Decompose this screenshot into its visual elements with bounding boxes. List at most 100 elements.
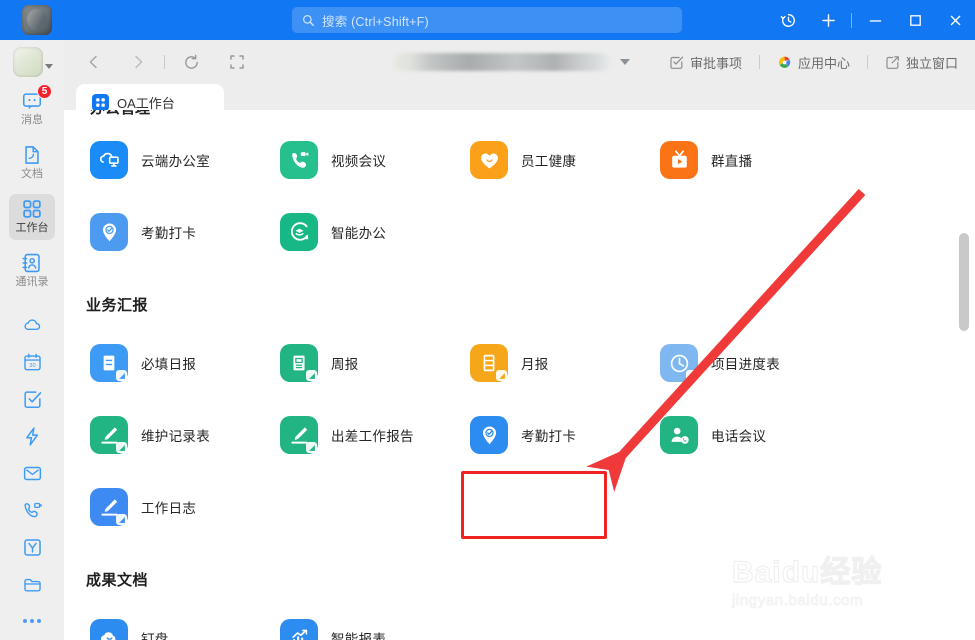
checklist-icon bbox=[23, 391, 41, 408]
app-label: 周报 bbox=[331, 357, 359, 372]
nav-action-divider-1 bbox=[758, 55, 760, 69]
app-smart-office[interactable]: 智能办公 bbox=[276, 196, 466, 268]
search-placeholder: 搜索 (Ctrl+Shift+F) bbox=[322, 14, 429, 29]
location-pin-icon bbox=[470, 416, 508, 454]
sidebar-mini-calendar[interactable]: 30 bbox=[9, 344, 55, 381]
cloud-office-icon bbox=[90, 141, 128, 179]
app-video-conference[interactable]: 视频会议 bbox=[276, 124, 466, 196]
folder-icon bbox=[23, 578, 41, 592]
video-call-icon bbox=[280, 141, 318, 179]
app-label: 工作日志 bbox=[141, 501, 197, 516]
bar-chart-icon bbox=[280, 619, 318, 640]
edit-form-icon bbox=[90, 488, 128, 526]
fullscreen-button[interactable] bbox=[217, 42, 257, 82]
app-center-icon bbox=[779, 56, 791, 68]
disk-cloud-icon bbox=[90, 619, 128, 640]
independent-window-label: 独立窗口 bbox=[905, 55, 958, 71]
sidebar-mini-mail[interactable] bbox=[9, 455, 55, 492]
sidebar-item-workbench[interactable]: 工作台 bbox=[9, 193, 55, 240]
app-label: 月报 bbox=[521, 357, 549, 372]
section-header-cut-off: 办公管理 bbox=[90, 110, 150, 120]
app-smart-report[interactable]: 智能报表 bbox=[276, 602, 466, 640]
organization-name-redacted bbox=[393, 53, 611, 71]
sidebar-item-messages[interactable]: 消息 5 bbox=[9, 84, 55, 131]
app-label: 考勤打卡 bbox=[521, 429, 577, 444]
fullscreen-icon bbox=[230, 55, 244, 69]
clock-progress-icon bbox=[660, 344, 698, 382]
app-grid-business-report: 必填日报 周报 月报 项目进度表 维护记录表 出差工作报告 考勤打卡 电话会议 … bbox=[86, 315, 975, 543]
app-center-button[interactable]: 应用中心 bbox=[768, 48, 859, 77]
forward-button[interactable] bbox=[118, 42, 158, 82]
app-cloud-office[interactable]: 云端办公室 bbox=[86, 124, 276, 196]
history-button[interactable] bbox=[768, 0, 808, 40]
sidebar-item-contacts[interactable]: 通讯录 bbox=[9, 248, 55, 294]
app-ding-disk[interactable]: 钉盘 bbox=[86, 602, 276, 640]
app-attendance-checkin-2[interactable]: 考勤打卡 bbox=[466, 399, 656, 471]
app-required-daily-report[interactable]: 必填日报 bbox=[86, 327, 276, 399]
organization-selector[interactable] bbox=[393, 53, 630, 71]
search-input[interactable]: 搜索 (Ctrl+Shift+F) bbox=[292, 7, 682, 33]
lightning-icon bbox=[25, 427, 38, 446]
back-arrow-icon bbox=[89, 55, 97, 69]
plus-icon bbox=[821, 13, 835, 27]
app-grid-office: 云端办公室 视频会议 员工健康 群直播 考勤打卡 智能办公 bbox=[86, 110, 975, 268]
mail-icon bbox=[23, 466, 41, 481]
app-work-log[interactable]: 工作日志 bbox=[86, 471, 276, 543]
sidebar-item-documents[interactable]: 文档 bbox=[9, 139, 55, 185]
back-button[interactable] bbox=[74, 42, 114, 82]
svg-text:30: 30 bbox=[29, 363, 35, 369]
more-dots-icon bbox=[23, 619, 41, 624]
sidebar-mini-lightning[interactable] bbox=[9, 418, 55, 455]
add-button[interactable] bbox=[808, 0, 848, 40]
app-label: 智能报表 bbox=[331, 632, 387, 640]
approval-items-button[interactable]: 审批事项 bbox=[660, 48, 751, 77]
independent-window-button[interactable]: 独立窗口 bbox=[876, 48, 967, 77]
app-label: 视频会议 bbox=[331, 154, 387, 169]
edit-form-icon bbox=[280, 416, 318, 454]
sidebar-mini-phone-video[interactable] bbox=[9, 492, 55, 529]
app-project-progress[interactable]: 项目进度表 bbox=[656, 327, 846, 399]
app-corner-badge bbox=[116, 370, 127, 381]
sidebar-mini-folder[interactable] bbox=[9, 566, 55, 603]
flag-icon bbox=[23, 539, 41, 556]
avatar[interactable] bbox=[13, 47, 53, 77]
close-button[interactable] bbox=[935, 0, 975, 40]
document-icon bbox=[25, 146, 39, 164]
app-monthly-report[interactable]: 月报 bbox=[466, 327, 656, 399]
scrollbar-thumb[interactable] bbox=[959, 233, 969, 331]
app-business-trip-report[interactable]: 出差工作报告 bbox=[276, 399, 466, 471]
refresh-icon bbox=[184, 54, 198, 69]
app-employee-health[interactable]: 员工健康 bbox=[466, 124, 656, 196]
location-pin-icon bbox=[90, 213, 128, 251]
app-label: 必填日报 bbox=[141, 357, 197, 372]
left-sidebar: 消息 5 文档 工作台 通讯录 30 bbox=[0, 40, 64, 640]
section-title-business-report: 业务汇报 bbox=[86, 297, 149, 314]
minimize-button[interactable] bbox=[855, 0, 895, 40]
edit-form-icon bbox=[90, 416, 128, 454]
app-label: 维护记录表 bbox=[141, 429, 210, 444]
app-attendance-checkin-1[interactable]: 考勤打卡 bbox=[86, 196, 276, 268]
app-phone-conference[interactable]: 电话会议 bbox=[656, 399, 846, 471]
app-label: 云端办公室 bbox=[141, 154, 210, 169]
app-group-live[interactable]: 群直播 bbox=[656, 124, 846, 196]
sidebar-mini-checklist[interactable] bbox=[9, 381, 55, 418]
message-badge: 5 bbox=[37, 84, 52, 99]
app-corner-badge bbox=[686, 370, 697, 381]
sidebar-mini-cloud[interactable] bbox=[9, 307, 55, 344]
app-weekly-report[interactable]: 周报 bbox=[276, 327, 466, 399]
maximize-button[interactable] bbox=[895, 0, 935, 40]
app-label: 员工健康 bbox=[521, 154, 577, 169]
workbench-icon bbox=[23, 200, 41, 218]
smart-office-icon bbox=[280, 213, 318, 251]
monthly-report-icon bbox=[470, 344, 508, 382]
sidebar-more-button[interactable] bbox=[9, 603, 55, 640]
app-label: 钉盘 bbox=[141, 632, 169, 640]
app-maintenance-record[interactable]: 维护记录表 bbox=[86, 399, 276, 471]
app-label: 群直播 bbox=[711, 154, 753, 169]
title-bar: 搜索 (Ctrl+Shift+F) bbox=[0, 0, 975, 40]
grid-icon bbox=[92, 93, 109, 111]
refresh-button[interactable] bbox=[171, 42, 211, 82]
app-grid-result-documents: 钉盘 智能报表 bbox=[86, 590, 975, 640]
content-scrollbar[interactable] bbox=[959, 120, 969, 630]
sidebar-mini-flag[interactable] bbox=[9, 529, 55, 566]
